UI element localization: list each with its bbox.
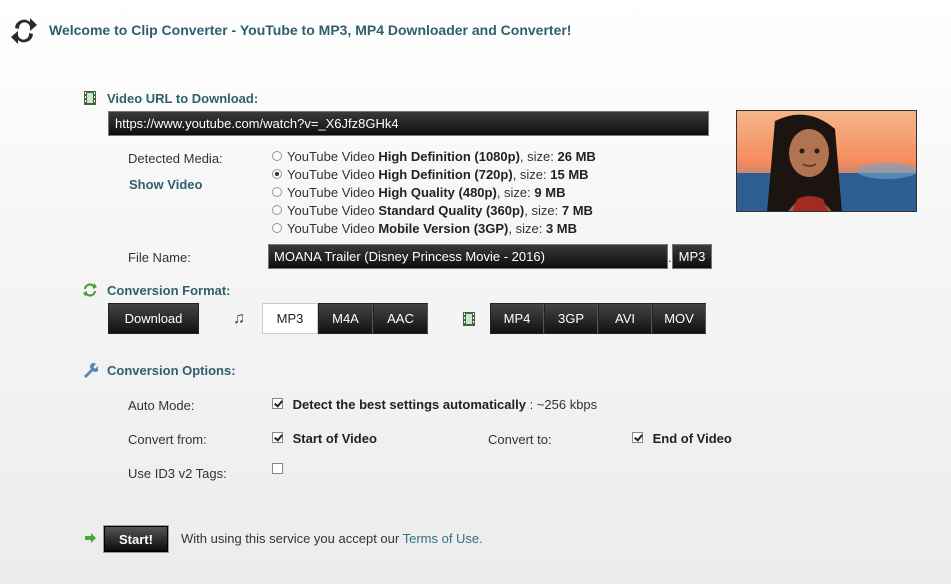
media-option-1080p[interactable]: YouTube Video High Definition (1080p), s… [272, 147, 596, 165]
option-size-label: , size: [496, 184, 531, 200]
audio-format-group: MP3 M4A AAC [262, 303, 428, 334]
detected-media-label: Detected Media: [128, 151, 223, 166]
id3-tags-label: Use ID3 v2 Tags: [128, 466, 227, 481]
convert-to-value: End of Video [652, 431, 732, 446]
convert-arrows-icon [82, 282, 98, 298]
media-option-360p[interactable]: YouTube Video Standard Quality (360p), s… [272, 201, 593, 219]
option-size: 15 MB [550, 166, 589, 182]
media-option-720p[interactable]: YouTube Video High Definition (720p), si… [272, 165, 589, 183]
media-option-480p[interactable]: YouTube Video High Quality (480p), size:… [272, 183, 565, 201]
radio-button[interactable] [272, 187, 282, 197]
convert-from-value: Start of Video [292, 431, 377, 446]
option-size-label: , size: [519, 148, 554, 164]
id3-tags-option[interactable] [272, 462, 283, 477]
video-thumbnail[interactable] [736, 110, 917, 212]
option-quality: High Definition (1080p) [378, 148, 520, 164]
option-size-label: , size: [524, 202, 559, 218]
file-extension-field[interactable]: MP3 [672, 244, 712, 269]
film-strip-icon [82, 90, 98, 106]
option-prefix: YouTube Video [287, 148, 375, 164]
terms-of-use-link[interactable]: Terms of Use [403, 531, 480, 546]
auto-mode-bitrate: : ~256 kbps [525, 397, 598, 412]
convert-to-option[interactable]: End of Video [632, 431, 732, 446]
terms-suffix: . [479, 531, 483, 546]
start-arrow-icon [85, 532, 97, 547]
conversion-format-heading: Conversion Format: [107, 283, 231, 298]
terms-prefix: With using this service you accept our [181, 531, 403, 546]
convert-to-label: Convert to: [488, 432, 552, 447]
auto-mode-checkbox[interactable] [272, 398, 283, 409]
film-strip-icon [462, 311, 478, 327]
download-button[interactable]: Download [108, 303, 199, 334]
radio-button-selected[interactable] [272, 169, 282, 179]
format-3gp-button[interactable]: 3GP [544, 303, 598, 334]
radio-button[interactable] [272, 205, 282, 215]
music-note-icon: ♫ [233, 310, 245, 327]
option-quality: Mobile Version (3GP) [378, 220, 509, 236]
option-quality: Standard Quality (360p) [378, 202, 525, 218]
start-button[interactable]: Start! [104, 526, 168, 552]
option-size-label: , size: [508, 220, 543, 236]
option-size: 3 MB [545, 220, 578, 236]
wrench-icon [82, 362, 100, 378]
video-format-group: MP4 3GP AVI MOV [490, 303, 706, 334]
option-size-label: , size: [512, 166, 547, 182]
option-size: 9 MB [534, 184, 566, 200]
media-option-3gp[interactable]: YouTube Video Mobile Version (3GP), size… [272, 219, 577, 237]
convert-from-option[interactable]: Start of Video [272, 431, 377, 446]
conversion-options-heading: Conversion Options: [107, 363, 236, 378]
file-name-label: File Name: [128, 250, 191, 265]
format-avi-button[interactable]: AVI [598, 303, 652, 334]
option-size: 26 MB [557, 148, 596, 164]
video-url-input[interactable]: https://www.youtube.com/watch?v=_X6Jfz8G… [108, 111, 709, 136]
format-mp4-button[interactable]: MP4 [490, 303, 544, 334]
auto-mode-option[interactable]: Detect the best settings automatically :… [272, 397, 597, 412]
radio-button[interactable] [272, 151, 282, 161]
convert-from-label: Convert from: [128, 432, 207, 447]
option-quality: High Quality (480p) [378, 184, 497, 200]
terms-notice: With using this service you accept our T… [181, 531, 483, 546]
convert-from-checkbox[interactable] [272, 432, 283, 443]
video-url-heading: Video URL to Download: [107, 91, 259, 106]
option-prefix: YouTube Video [287, 220, 375, 236]
id3-tags-checkbox[interactable] [272, 463, 283, 474]
clipconverter-logo-icon[interactable] [10, 16, 38, 46]
option-size: 7 MB [561, 202, 593, 218]
file-name-input[interactable]: MOANA Trailer (Disney Princess Movie - 2… [268, 244, 668, 269]
format-aac-button[interactable]: AAC [373, 303, 428, 334]
radio-button[interactable] [272, 223, 282, 233]
option-quality: High Definition (720p) [378, 166, 513, 182]
show-video-link[interactable]: Show Video [129, 177, 202, 192]
option-prefix: YouTube Video [287, 166, 375, 182]
format-mp3-button[interactable]: MP3 [262, 303, 318, 334]
auto-mode-label: Auto Mode: [128, 398, 195, 413]
auto-mode-text: Detect the best settings automatically [292, 397, 526, 412]
format-m4a-button[interactable]: M4A [318, 303, 373, 334]
option-prefix: YouTube Video [287, 202, 375, 218]
convert-to-checkbox[interactable] [632, 432, 643, 443]
welcome-title: Welcome to Clip Converter - YouTube to M… [49, 22, 572, 38]
option-prefix: YouTube Video [287, 184, 375, 200]
format-mov-button[interactable]: MOV [652, 303, 706, 334]
